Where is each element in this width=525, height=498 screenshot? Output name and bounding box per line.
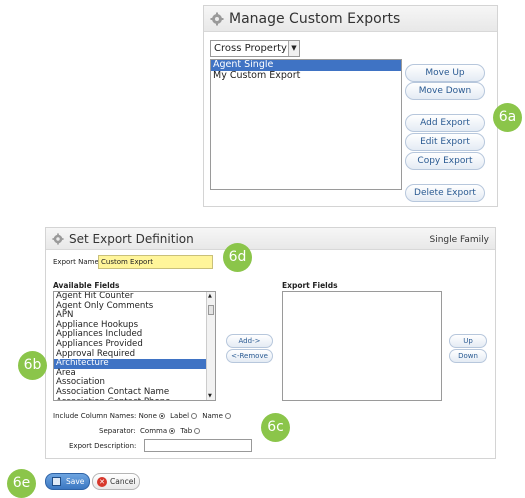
column-name-label: Name bbox=[202, 412, 223, 420]
exports-list[interactable]: Agent Single My Custom Export bbox=[210, 59, 402, 190]
add-export-button[interactable]: Add Export bbox=[405, 114, 485, 132]
cancel-button[interactable]: ✕ Cancel bbox=[92, 473, 140, 490]
available-fields-list[interactable]: Agent Hit Counter Agent Only Comments APN A… bbox=[53, 291, 216, 401]
callout-6e: 6e bbox=[7, 469, 36, 498]
property-type-dropdown[interactable]: Cross Property ▼ bbox=[210, 40, 300, 57]
add-field-button[interactable]: Add-> bbox=[226, 334, 273, 348]
separator-tab-label: Tab bbox=[180, 427, 193, 435]
property-type-label: Single Family bbox=[429, 235, 490, 245]
column-label-label: Label bbox=[170, 412, 190, 420]
available-field-item[interactable]: Architecture bbox=[54, 359, 215, 369]
save-label: Save bbox=[66, 477, 85, 486]
callout-6a: 6a bbox=[493, 103, 522, 132]
separator-comma-label: Comma bbox=[140, 427, 168, 435]
cancel-x-icon: ✕ bbox=[97, 477, 107, 487]
callout-6d: 6d bbox=[223, 243, 252, 272]
scroll-up-arrow-icon[interactable]: ▲ bbox=[208, 293, 212, 299]
callout-6c: 6c bbox=[261, 413, 290, 442]
column-label-radio[interactable] bbox=[191, 413, 198, 419]
export-definition-header: Set Export Definition Single Family bbox=[46, 228, 495, 250]
move-down-button[interactable]: Move Down bbox=[405, 82, 485, 100]
export-fields-label: Export Fields bbox=[282, 281, 338, 290]
scroll-thumb[interactable] bbox=[208, 305, 214, 315]
export-name-value: Custom Export bbox=[101, 258, 153, 266]
manage-exports-panel: Manage Custom Exports Cross Property ▼ A… bbox=[203, 5, 498, 207]
field-down-button[interactable]: Down bbox=[449, 349, 487, 363]
delete-export-button[interactable]: Delete Export bbox=[405, 184, 485, 202]
export-fields-list[interactable] bbox=[282, 291, 442, 401]
chevron-down-icon[interactable]: ▼ bbox=[288, 41, 299, 56]
property-type-value: Cross Property bbox=[214, 43, 287, 54]
available-fields-label: Available Fields bbox=[53, 281, 120, 290]
field-up-button[interactable]: Up bbox=[449, 334, 487, 348]
column-none-radio[interactable] bbox=[158, 413, 165, 419]
manage-exports-title: Manage Custom Exports bbox=[229, 10, 401, 27]
scrollbar[interactable]: ▲ ▼ bbox=[206, 292, 215, 400]
separator-tab-radio[interactable] bbox=[194, 428, 201, 434]
callout-6b: 6b bbox=[18, 351, 47, 380]
export-list-item[interactable]: Agent Single bbox=[211, 60, 401, 71]
export-definition-title: Set Export Definition bbox=[69, 231, 194, 246]
column-none-label: None bbox=[138, 412, 157, 420]
export-description-label: Export Description: bbox=[69, 442, 137, 450]
copy-export-button[interactable]: Copy Export bbox=[405, 152, 485, 170]
include-column-names-row: Include Column Names: None Label Name bbox=[53, 412, 231, 420]
remove-field-button[interactable]: <-Remove bbox=[226, 349, 273, 363]
save-disk-icon bbox=[52, 477, 61, 486]
available-field-item[interactable]: Association Contact Phone bbox=[54, 397, 215, 400]
export-description-input[interactable] bbox=[144, 439, 252, 452]
save-button[interactable]: Save bbox=[45, 473, 90, 490]
export-list-item[interactable]: My Custom Export bbox=[211, 70, 401, 82]
gear-icon bbox=[210, 12, 224, 25]
manage-exports-header: Manage Custom Exports bbox=[204, 6, 497, 32]
export-name-input[interactable]: Custom Export bbox=[98, 255, 213, 269]
cancel-label: Cancel bbox=[110, 477, 136, 486]
available-field-item[interactable]: Agent Only Comments bbox=[54, 301, 215, 312]
export-name-label: Export Name: bbox=[53, 258, 102, 266]
move-up-button[interactable]: Move Up bbox=[405, 64, 485, 82]
separator-comma-radio[interactable] bbox=[169, 428, 176, 434]
gear-icon bbox=[52, 232, 64, 245]
include-column-names-label: Include Column Names: bbox=[53, 412, 137, 420]
scroll-down-arrow-icon[interactable]: ▼ bbox=[208, 393, 212, 399]
edit-export-button[interactable]: Edit Export bbox=[405, 133, 485, 151]
separator-row: Separator: Comma Tab bbox=[99, 427, 201, 435]
separator-label: Separator: bbox=[99, 427, 136, 435]
column-name-radio[interactable] bbox=[224, 413, 231, 419]
